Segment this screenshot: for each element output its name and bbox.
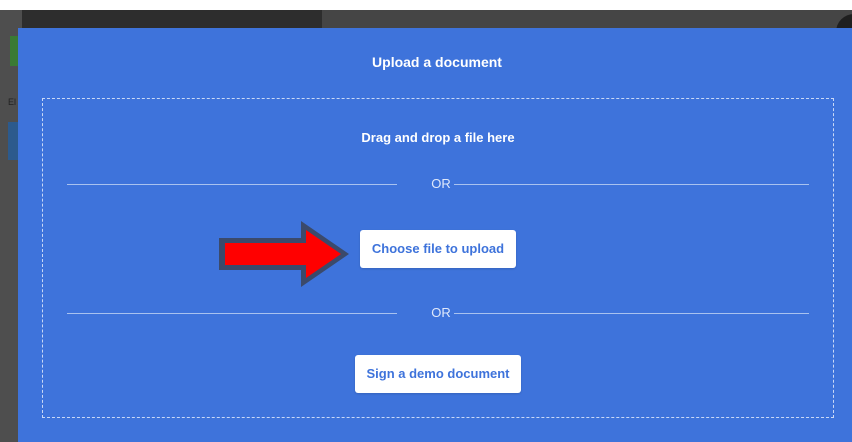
divider-line xyxy=(454,313,809,314)
file-dropzone[interactable]: Drag and drop a file here OR Choose file… xyxy=(42,98,834,418)
sign-demo-button[interactable]: Sign a demo document xyxy=(355,355,521,393)
modal-title: Upload a document xyxy=(372,54,502,70)
background-topbar xyxy=(22,10,322,28)
or-label: OR xyxy=(431,305,451,320)
drag-drop-text: Drag and drop a file here xyxy=(361,130,515,145)
upload-modal: Upload a document Drag and drop a file h… xyxy=(18,28,852,442)
divider-line xyxy=(454,184,809,185)
background-topbar-right xyxy=(322,10,852,28)
or-label: OR xyxy=(431,176,451,191)
choose-file-button[interactable]: Choose file to upload xyxy=(360,230,516,268)
arrow-right-icon xyxy=(219,221,349,287)
background-top-edge xyxy=(0,0,852,10)
or-divider: OR xyxy=(67,306,809,320)
divider-line xyxy=(67,184,397,185)
divider-line xyxy=(67,313,397,314)
or-divider: OR xyxy=(67,177,809,191)
